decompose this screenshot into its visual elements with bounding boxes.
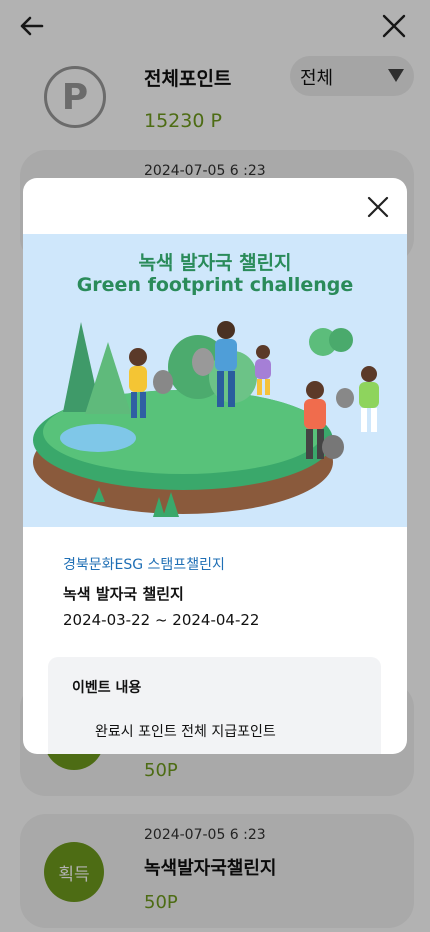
person-figure xyxy=(255,345,271,395)
organization-name: 경북문화ESG 스탬프챌린지 xyxy=(63,557,225,573)
person-figure xyxy=(336,366,379,432)
event-details-box: 이벤트 내용 완료시 포인트 전체 지급포인트 xyxy=(48,657,381,754)
challenge-banner: 녹색 발자국 챌린지 Green footprint challenge xyxy=(23,234,407,527)
challenge-period: 2024-03-22 ~ 2024-04-22 xyxy=(63,611,260,629)
challenge-name: 녹색 발자국 챌린지 xyxy=(63,585,184,603)
event-description: 완료시 포인트 전체 지급포인트 xyxy=(95,724,276,740)
banner-illustration xyxy=(33,321,379,517)
banner-title-korean: 녹색 발자국 챌린지 xyxy=(138,252,292,274)
challenge-detail-modal: 녹색 발자국 챌린지 Green footprint challenge 경북문… xyxy=(23,178,407,754)
banner-title-english: Green footprint challenge xyxy=(76,274,354,296)
event-label: 이벤트 내용 xyxy=(72,680,142,696)
close-icon[interactable] xyxy=(363,192,393,222)
